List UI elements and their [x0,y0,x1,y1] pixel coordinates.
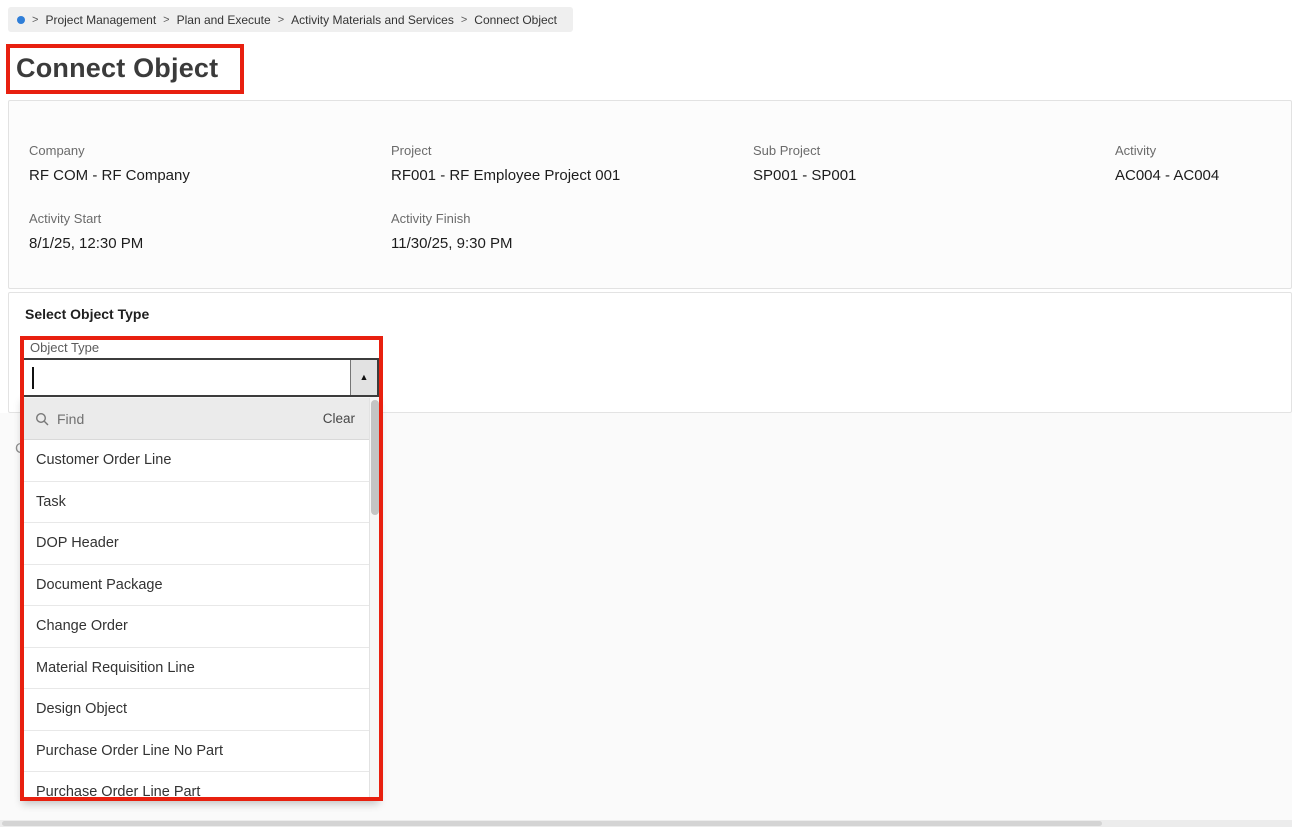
search-icon [35,412,49,425]
object-type-combobox: ▲ [22,358,379,397]
field-value: 11/30/25, 9:30 PM [391,235,513,252]
breadcrumb-items: > Project Management > Plan and Execute > Act… [32,13,557,27]
horizontal-scrollbar-thumb[interactable] [2,821,1102,826]
field-label: Project [391,143,432,158]
breadcrumb-separator: > [460,13,468,26]
object-type-label: Object Type [30,340,100,355]
field-label: Company [29,143,85,158]
dropdown-option[interactable]: Purchase Order Line No Part [22,730,379,772]
dropdown-option[interactable]: Change Order [22,606,379,648]
field-value: SP001 - SP001 [753,167,857,184]
detail-field: Activity Finish 11/30/25, 9:30 PM [391,211,753,253]
dropdown-option[interactable]: Document Package [22,564,379,606]
breadcrumb-separator: > [277,13,285,26]
connect-object-page: > Project Management > Plan and Execute > Act… [0,0,1292,827]
field-value: RF001 - RF Employee Project 001 [391,167,621,184]
breadcrumb-item[interactable]: Plan and Execute [177,13,271,27]
dropdown-scrollbar-thumb[interactable] [371,400,379,515]
field-value: 8/1/25, 12:30 PM [29,235,144,252]
activity-details-card: Company RF COM - RF Company Project RF001 -… [8,100,1292,289]
dropdown-option[interactable]: Design Object [22,689,379,731]
breadcrumb-item[interactable]: Project Management [45,13,156,27]
page-title: Connect Object [16,53,219,83]
text-caret [32,366,34,389]
annotation-box-title: Connect Object [6,44,245,94]
dropdown-collapse-button[interactable]: ▲ [350,360,377,395]
detail-field: Activity AC004 - AC004 [1115,143,1291,185]
object-type-dropdown: Find Clear Customer Order Line Task DOP He… [22,398,379,801]
dropdown-option[interactable]: Material Requisition Line [22,647,379,689]
detail-field: Company RF COM - RF Company [29,143,391,185]
object-type-options: Customer Order Line Task DOP Header Documen… [22,440,379,801]
clear-button[interactable]: Clear [323,411,355,426]
details-grid: Company RF COM - RF Company Project RF001 -… [29,143,1291,253]
dropdown-scrollbar[interactable] [369,398,379,801]
section-title: Select Object Type [25,306,150,322]
field-label: Activity [1115,143,1157,158]
detail-field: Activity Start 8/1/25, 12:30 PM [29,211,391,253]
object-type-input[interactable] [24,360,350,395]
breadcrumb-item[interactable]: Activity Materials and Services [291,13,454,27]
breadcrumb: > Project Management > Plan and Execute > Act… [8,7,574,32]
find-placeholder: Find [57,410,85,427]
dropdown-option[interactable]: Task [22,481,379,523]
field-label: Activity Start [29,211,102,226]
chevron-up-icon: ▲ [359,372,369,382]
dropdown-option[interactable]: DOP Header [22,523,379,565]
app-dot-icon [17,15,25,24]
detail-field: Sub Project SP001 - SP001 [753,143,1115,185]
breadcrumb-separator: > [32,13,39,26]
dropdown-option[interactable]: Purchase Order Line Part [22,772,379,801]
field-label: Activity Finish [391,211,471,226]
breadcrumb-separator: > [163,13,170,26]
field-value: AC004 - AC004 [1115,167,1220,184]
detail-field: Project RF001 - RF Employee Project 001 [391,143,753,185]
find-input[interactable]: Find Clear [22,398,379,440]
breadcrumb-item: Connect Object [474,12,558,27]
dropdown-option[interactable]: Customer Order Line [22,440,379,482]
field-label: Sub Project [753,143,821,158]
horizontal-scrollbar[interactable] [0,820,1292,827]
field-value: RF COM - RF Company [29,167,190,184]
